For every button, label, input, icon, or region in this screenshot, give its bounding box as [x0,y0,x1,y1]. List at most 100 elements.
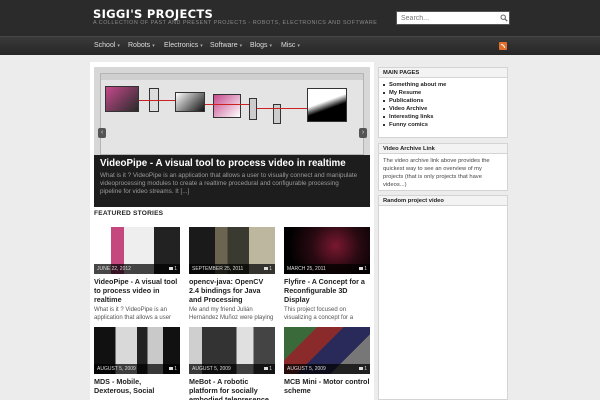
slider-title[interactable]: VideoPipe - A visual tool to process vid… [100,158,346,169]
main-page-link[interactable]: My Resume [383,89,503,97]
story-thumbnail[interactable]: AUGUST 5, 2009 1 [189,327,275,374]
main-page-link[interactable]: Funny comics [383,121,503,129]
main-nav: School ▾ Robots ▾ Electronics ▾ Software ▾ B… [0,36,600,55]
comment-icon [359,367,364,371]
chevron-down-icon: ▾ [269,43,273,49]
site-description: A COLLECTION OF PAST AND PRESENT PROJECT… [93,20,378,26]
comment-count[interactable]: 1 [359,264,367,274]
story-title[interactable]: Flyfire - A Concept for a Reconfigurable… [284,277,370,304]
slider-node [273,104,281,124]
random-video-widget: Random project video [378,195,508,400]
output-node [307,88,347,122]
story-title[interactable]: MDS - Mobile, Dexterous, Social [94,377,180,395]
nav-label: Electronics [164,42,199,49]
chevron-down-icon: ▾ [117,43,120,49]
story-meta: MARCH 25, 2011 1 [284,264,370,274]
comment-count-value: 1 [364,366,367,372]
story-date: MARCH 25, 2011 [287,266,326,272]
slider-image[interactable] [94,67,370,155]
widget-title: Random project video [379,196,507,206]
story-meta: AUGUST 5, 2009 1 [94,364,180,374]
story-thumbnail[interactable]: MARCH 25, 2011 1 [284,227,370,274]
main-page-link[interactable]: Something about me [383,81,503,89]
wire [139,100,175,101]
wire [257,108,307,109]
slider-excerpt: What is it ? VideoPipe is an application… [100,172,358,195]
story-meta: AUGUST 5, 2009 1 [284,364,370,374]
widget-title: Video Archive Link [379,144,507,154]
chevron-down-icon: ▾ [239,43,243,49]
search-input[interactable] [396,11,510,25]
window-titlebar [101,74,363,80]
slider-prev-button[interactable]: ‹ [98,128,106,138]
widget-text: The video archive link above provides th… [383,158,490,188]
comment-count[interactable]: 1 [359,364,367,374]
comment-count-value: 1 [364,266,367,272]
nav-item-blogs[interactable]: Blogs ▾ [250,42,272,49]
story-excerpt: What is it ? VideoPipe is an application… [94,307,172,321]
search-icon[interactable] [500,14,508,22]
story-date: JUNE 22, 2012 [97,266,131,272]
rss-icon[interactable] [499,42,507,50]
nav-label: School [94,42,116,49]
nav-label: Robots [128,42,151,49]
comment-icon [359,267,364,271]
nav-item-misc[interactable]: Misc ▾ [281,42,300,49]
story-thumbnail[interactable]: AUGUST 5, 2009 1 [284,327,370,374]
comment-count[interactable]: 1 [169,364,177,374]
main-pages-list: Something about me My Resume Publication… [379,78,507,132]
main-page-link[interactable]: Publications [383,97,503,105]
story-meta: AUGUST 5, 2009 1 [189,364,275,374]
story-title[interactable]: VideoPipe - A visual tool to process vid… [94,277,180,304]
comment-icon [169,267,174,271]
story-thumbnail[interactable]: AUGUST 5, 2009 1 [94,327,180,374]
chevron-down-icon: ▾ [297,43,300,49]
story-thumbnail[interactable]: SEPTEMBER 25, 2011 1 [189,227,275,274]
story-title[interactable]: opencv-java: OpenCV 2.4 bindings for Jav… [189,277,275,304]
nav-item-robots[interactable]: Robots ▾ [128,42,155,49]
featured-heading: FEATURED STORIES [94,210,164,217]
comment-icon [264,267,269,271]
story-date: AUGUST 5, 2009 [192,366,231,372]
slider-next-button[interactable]: › [359,128,367,138]
comment-count[interactable]: 1 [264,364,272,374]
comment-count[interactable]: 1 [264,264,272,274]
story-date: AUGUST 5, 2009 [97,366,136,372]
story-title[interactable]: MCB Mini - Motor control scheme [284,377,370,395]
story-excerpt: Me and my friend Julián Hernández Muñoz … [189,307,274,321]
video-node [175,92,205,112]
comment-count-value: 1 [269,266,272,272]
chevron-down-icon: ▾ [152,43,155,49]
site-title[interactable]: SIGGI'S PROJECTS [93,7,213,21]
comment-count-value: 1 [174,266,177,272]
story-excerpt: This project focused on visualizing a co… [284,307,354,321]
nav-label: Blogs [250,42,268,49]
comment-count[interactable]: 1 [169,264,177,274]
story-meta: JUNE 22, 2012 1 [94,264,180,274]
videopipe-window-screenshot [100,73,364,155]
wire [205,104,249,105]
comment-count-value: 1 [269,366,272,372]
nav-label: Software [210,42,238,49]
main-page-link[interactable]: Video Archive [383,105,503,113]
story-date: SEPTEMBER 25, 2011 [192,266,244,272]
comment-count-value: 1 [174,366,177,372]
site-header: SIGGI'S PROJECTS A COLLECTION OF PAST AN… [0,0,600,36]
comment-icon [169,367,174,371]
story-title[interactable]: MeBot - A robotic platform for socially … [189,377,275,400]
story-date: AUGUST 5, 2009 [287,366,326,372]
chevron-down-icon: ▾ [200,43,203,49]
story-meta: SEPTEMBER 25, 2011 1 [189,264,275,274]
story-thumbnail[interactable]: JUNE 22, 2012 1 [94,227,180,274]
nav-label: Misc [281,42,296,49]
slider-node [249,98,257,120]
video-node [105,86,139,112]
video-node [213,94,241,118]
main-pages-widget: MAIN PAGES Something about me My Resume … [378,67,508,138]
nav-item-software[interactable]: Software ▾ [210,42,242,49]
video-archive-widget: Video Archive Link The video archive lin… [378,143,508,191]
main-page-link[interactable]: Interesting links [383,113,503,121]
widget-title: MAIN PAGES [379,68,507,78]
nav-item-school[interactable]: School ▾ [94,42,120,49]
nav-item-electronics[interactable]: Electronics ▾ [164,42,203,49]
